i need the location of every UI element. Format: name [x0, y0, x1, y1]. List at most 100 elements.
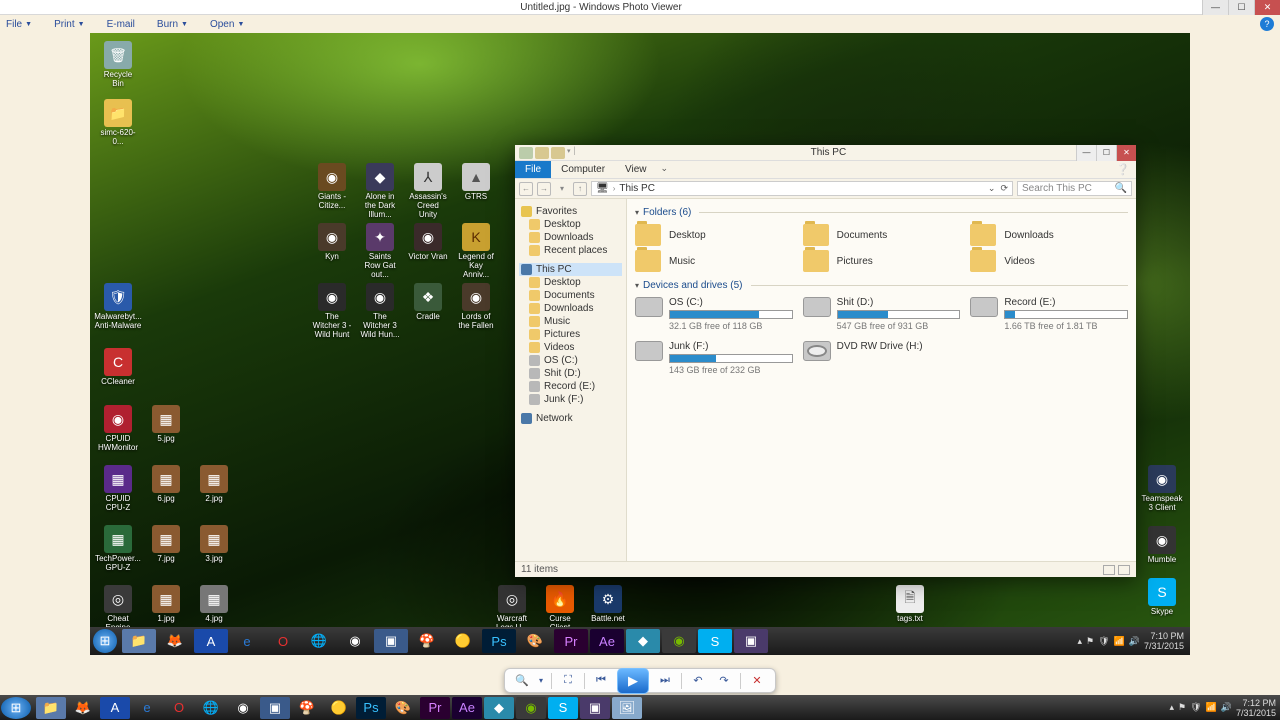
- previous-button[interactable]: ⏮: [591, 672, 611, 690]
- folder-videos[interactable]: Videos: [970, 250, 1128, 272]
- host-premiere-icon[interactable]: Pr: [420, 697, 450, 719]
- taskbar-nvidia-icon[interactable]: ◉: [662, 629, 696, 653]
- host-chrome-icon[interactable]: 🌐: [196, 697, 226, 719]
- folder-downloads[interactable]: Downloads: [970, 224, 1128, 246]
- desktop-icon-kyn[interactable]: ◉Kyn: [312, 223, 352, 279]
- rotate-cw-button[interactable]: ↷: [714, 672, 734, 690]
- host-app3-icon[interactable]: 🍄: [292, 697, 322, 719]
- menu-burn[interactable]: Burn▼: [157, 19, 188, 30]
- taskbar-explorer-icon[interactable]: 📁: [122, 629, 156, 653]
- menu-print[interactable]: Print▼: [54, 19, 85, 30]
- view-details-icon[interactable]: [1103, 565, 1115, 575]
- nav-favorites[interactable]: Favorites: [519, 205, 622, 218]
- system-tray[interactable]: ▴ ⚑ 🛡 📶 🔊 7:10 PM7/31/2015: [1077, 631, 1188, 651]
- taskbar-opera-icon[interactable]: O: [266, 629, 300, 653]
- taskbar-app2-icon[interactable]: ▣: [374, 629, 408, 653]
- tray-volume-icon[interactable]: 🔊: [1129, 636, 1140, 647]
- desktop-icon-2jpg[interactable]: ▦2.jpg: [194, 465, 234, 512]
- desktop-icon-warcraftlogs[interactable]: ◎Warcraft Logs U...: [492, 585, 532, 632]
- desktop-icon-gpuz[interactable]: ▦TechPower... GPU-Z: [98, 525, 138, 572]
- desktop-icon-tags[interactable]: 🗎tags.txt: [890, 585, 930, 623]
- explorer-window[interactable]: ▾ │ This PC File Computer View ⌄ ❔ ← → ▾: [515, 145, 1136, 577]
- chevron-down-icon[interactable]: ▾ │: [567, 147, 577, 159]
- new-folder-icon[interactable]: [551, 147, 565, 159]
- taskbar-app4-icon[interactable]: 🟡: [446, 629, 480, 653]
- drive-e[interactable]: Record (E:)1.66 TB free of 1.81 TB: [970, 297, 1128, 331]
- host-photoviewer-icon[interactable]: 🖼: [612, 697, 642, 719]
- ribbon-tab-computer[interactable]: Computer: [551, 161, 615, 178]
- host-app6-icon[interactable]: ▣: [580, 697, 610, 719]
- nav-drive-d[interactable]: Shit (D:): [519, 367, 622, 380]
- folder-music[interactable]: Music: [635, 250, 793, 272]
- folder-pictures[interactable]: Pictures: [803, 250, 961, 272]
- desktop-icon-gtrs[interactable]: ▲GTRS: [456, 163, 496, 219]
- taskbar-ie-icon[interactable]: e: [230, 629, 264, 653]
- taskbar-app3-icon[interactable]: 🍄: [410, 629, 444, 653]
- desktop-icon-ccleaner[interactable]: CCCleaner: [98, 348, 138, 386]
- nav-drive-e[interactable]: Record (E:): [519, 380, 622, 393]
- taskbar-chrome-icon[interactable]: 🌐: [302, 629, 336, 653]
- host-app2-icon[interactable]: ▣: [260, 697, 290, 719]
- tray-network-icon[interactable]: 📶: [1114, 636, 1125, 647]
- host-clock[interactable]: 7:12 PM7/31/2015: [1236, 698, 1276, 718]
- folder-documents[interactable]: Documents: [803, 224, 961, 246]
- delete-button[interactable]: ✕: [747, 672, 767, 690]
- breadcrumb-current[interactable]: This PC: [619, 183, 655, 194]
- nav-recent-button[interactable]: ▾: [555, 182, 569, 196]
- taskbar-clock[interactable]: 7:10 PM7/31/2015: [1144, 631, 1184, 651]
- maximize-button[interactable]: ☐: [1228, 0, 1254, 15]
- nav-fav-recent[interactable]: Recent places: [519, 244, 622, 257]
- tray-shield-icon[interactable]: 🛡: [1098, 636, 1109, 647]
- help-icon[interactable]: ?: [1260, 17, 1274, 31]
- group-header-folders[interactable]: Folders (6): [635, 207, 1128, 218]
- dropdown-icon[interactable]: ⌄: [988, 183, 996, 193]
- taskbar-app6-icon[interactable]: ▣: [734, 629, 768, 653]
- nav-network[interactable]: Network: [519, 412, 622, 425]
- desktop-icon-legendkay[interactable]: KLegend of Kay Anniv...: [456, 223, 496, 279]
- nav-pc-desktop[interactable]: Desktop: [519, 276, 622, 289]
- nav-back-button[interactable]: ←: [519, 182, 533, 196]
- desktop-icon-7jpg[interactable]: ▦7.jpg: [146, 525, 186, 572]
- host-app5-icon[interactable]: ◆: [484, 697, 514, 719]
- tray-volume-icon[interactable]: 🔊: [1221, 702, 1232, 713]
- host-opera-icon[interactable]: O: [164, 697, 194, 719]
- desktop-icon-cradle[interactable]: ❖Cradle: [408, 283, 448, 339]
- explorer-minimize-button[interactable]: [1076, 145, 1096, 161]
- desktop-icon-mumble[interactable]: ◉Mumble: [1142, 526, 1182, 564]
- tray-network-icon[interactable]: 📶: [1206, 702, 1217, 713]
- nav-up-button[interactable]: ↑: [573, 182, 587, 196]
- desktop-icon-hwmonitor[interactable]: ◉CPUID HWMonitor: [98, 405, 138, 452]
- host-obs-icon[interactable]: ◉: [228, 697, 258, 719]
- taskbar-firefox-icon[interactable]: 🦊: [158, 629, 192, 653]
- taskbar-premiere-icon[interactable]: Pr: [554, 629, 588, 653]
- zoom-control[interactable]: 🔍▾: [513, 672, 545, 690]
- taskbar-aftereffects-icon[interactable]: Ae: [590, 629, 624, 653]
- desktop-icon-cheatengine[interactable]: ◎Cheat Engine: [98, 585, 138, 632]
- taskbar-skype-icon[interactable]: S: [698, 629, 732, 653]
- rotate-ccw-button[interactable]: ↶: [688, 672, 708, 690]
- nav-fav-downloads[interactable]: Downloads: [519, 231, 622, 244]
- nav-drive-f[interactable]: Junk (F:): [519, 393, 622, 406]
- host-skype-icon[interactable]: S: [548, 697, 578, 719]
- explorer-search-input[interactable]: Search This PC 🔍: [1017, 181, 1132, 196]
- host-photoshop-icon[interactable]: Ps: [356, 697, 386, 719]
- ribbon-tab-view[interactable]: View: [615, 161, 657, 178]
- photo-viewer-titlebar[interactable]: Untitled.jpg - Windows Photo Viewer — ☐ …: [0, 0, 1280, 15]
- host-nvidia-icon[interactable]: ◉: [516, 697, 546, 719]
- refresh-icon[interactable]: ⟳: [1000, 183, 1008, 193]
- host-system-tray[interactable]: ▴ ⚑ 🛡 📶 🔊 7:12 PM7/31/2015: [1169, 698, 1280, 718]
- desktop-icon-curse[interactable]: 🔥Curse Client: [540, 585, 580, 632]
- menu-open[interactable]: Open▼: [210, 19, 244, 30]
- taskbar-obs-icon[interactable]: ◉: [338, 629, 372, 653]
- host-app4-icon[interactable]: 🟡: [324, 697, 354, 719]
- host-paint-icon[interactable]: 🎨: [388, 697, 418, 719]
- menu-email[interactable]: E-mail: [107, 19, 135, 30]
- nav-pc-videos[interactable]: Videos: [519, 341, 622, 354]
- properties-icon[interactable]: [535, 147, 549, 159]
- next-button[interactable]: ⏭: [655, 672, 675, 690]
- host-explorer-icon[interactable]: 📁: [36, 697, 66, 719]
- taskbar-photoshop-icon[interactable]: Ps: [482, 629, 516, 653]
- explorer-titlebar[interactable]: ▾ │ This PC: [515, 145, 1136, 161]
- drive-h-dvd[interactable]: DVD RW Drive (H:): [803, 341, 961, 375]
- drive-d[interactable]: Shit (D:)547 GB free of 931 GB: [803, 297, 961, 331]
